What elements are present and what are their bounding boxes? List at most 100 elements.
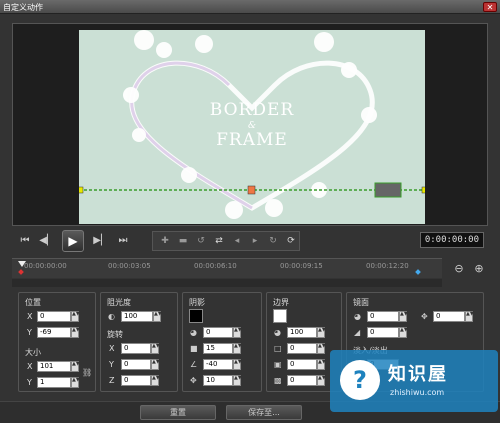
border-width-icon: □ — [274, 344, 282, 353]
reverse-icon[interactable]: ↺ — [193, 234, 209, 248]
reset-button[interactable]: 重置 — [140, 405, 216, 420]
preview-title-frame: FRAME — [216, 130, 288, 150]
link-aspect-icon[interactable]: ⛓ — [82, 368, 92, 377]
position-x-field[interactable]: 0 — [37, 311, 71, 322]
rotate-icon[interactable]: ⟳ — [283, 234, 299, 248]
shadow-angle-field[interactable]: -40 — [203, 359, 233, 370]
shadow-distance-spinner[interactable]: ▲▼ — [233, 375, 242, 386]
next-keyframe-icon[interactable]: ▸ — [247, 234, 263, 248]
zoom-in-icon[interactable]: ⊕ — [472, 262, 486, 276]
border-corner-icon: ▣ — [274, 360, 282, 369]
time-tick: 00:00:00:00 — [24, 262, 67, 270]
rotation-x-label: X — [109, 344, 115, 353]
mirror-blur-spinner[interactable]: ▲▼ — [399, 327, 408, 338]
shadow-color-swatch[interactable] — [189, 309, 203, 323]
shadow-blur-spinner[interactable]: ▲▼ — [233, 343, 242, 354]
mirror-label: 镜面 — [353, 298, 369, 307]
rotation-z-spinner[interactable]: ▲▼ — [151, 375, 160, 386]
position-x-spinner[interactable]: ▲▼ — [71, 311, 80, 322]
mirror-opacity-spinner[interactable]: ▲▼ — [399, 311, 408, 322]
preview-canvas[interactable]: BORDER & FRAME — [79, 30, 425, 224]
size-y-spinner[interactable]: ▲▼ — [71, 377, 80, 388]
go-start-button[interactable]: ⏮ — [16, 232, 34, 250]
size-y-field[interactable]: 1 — [37, 377, 71, 388]
size-x-spinner[interactable]: ▲▼ — [71, 361, 80, 372]
shadow-label: 阴影 — [189, 298, 205, 307]
border-corner-field[interactable]: 0 — [287, 359, 317, 370]
time-tick: 00:00:09:15 — [280, 262, 323, 270]
rotation-z-label: Z — [109, 376, 115, 385]
timecode-display[interactable]: 0:00:00:00 — [420, 232, 484, 248]
watermark-url: zhishiwu.com — [390, 388, 445, 397]
position-y-spinner[interactable]: ▲▼ — [71, 327, 80, 338]
keyframe-marker[interactable] — [415, 269, 421, 275]
border-width-spinner[interactable]: ▲▼ — [317, 343, 326, 354]
next-frame-button[interactable]: ▶▏ — [92, 232, 110, 250]
playhead[interactable] — [18, 261, 26, 267]
time-tick: 00:00:12:20 — [366, 262, 409, 270]
prev-keyframe-icon[interactable]: ◂ — [229, 234, 245, 248]
zoom-out-icon[interactable]: ⊖ — [452, 262, 466, 276]
shadow-opacity-icon: ◕ — [190, 328, 197, 337]
mirror-blur-icon: ◢ — [354, 328, 361, 337]
title-bar: 自定义动作 ✕ — [0, 0, 500, 14]
size-label: 大小 — [25, 348, 41, 357]
rotation-x-spinner[interactable]: ▲▼ — [151, 343, 160, 354]
timeline-scrollbar[interactable] — [12, 279, 442, 287]
time-tick: 00:00:03:05 — [108, 262, 151, 270]
border-corner-spinner[interactable]: ▲▼ — [317, 359, 326, 370]
mirror-offset-field[interactable]: 0 — [433, 311, 465, 322]
border-feather-spinner[interactable]: ▲▼ — [317, 375, 326, 386]
position-size-panel: 位置 X 0 ▲▼ Y -69 ▲▼ 大小 X 101 ▲▼ Y 1 ▲▼ ⛓ — [18, 292, 96, 392]
rotation-y-field[interactable]: 0 — [121, 359, 151, 370]
shadow-opacity-field[interactable]: 0 — [203, 327, 233, 338]
rotation-y-label: Y — [109, 360, 114, 369]
add-keyframe-icon[interactable]: ✚ — [157, 234, 173, 248]
opacity-label: 阻光度 — [107, 298, 131, 307]
watermark-name: 知识屋 — [388, 364, 448, 385]
loop-icon[interactable]: ↻ — [265, 234, 281, 248]
swap-keyframes-icon[interactable]: ⇄ — [211, 234, 227, 248]
shadow-panel: 阴影 ◕ 0 ▲▼ ■ 15 ▲▼ ∠ -40 ▲▼ ✥ 10 ▲▼ — [182, 292, 262, 392]
shadow-distance-field[interactable]: 10 — [203, 375, 233, 386]
border-color-swatch[interactable] — [273, 309, 287, 323]
keyframe-tools: ✚ ▬ ↺ ⇄ ◂ ▸ ↻ ⟳ — [152, 231, 300, 251]
save-to-button[interactable]: 保存至... — [226, 405, 302, 420]
border-feather-field[interactable]: 0 — [287, 375, 317, 386]
watermark-badge: ? 知识屋 zhishiwu.com — [330, 350, 498, 412]
mirror-blur-field[interactable]: 0 — [367, 327, 399, 338]
prev-frame-button[interactable]: ◀▏ — [38, 232, 56, 250]
mirror-offset-spinner[interactable]: ▲▼ — [465, 311, 474, 322]
opacity-rotation-panel: 阻光度 ◐ 100 ▲▼ 旋转 X 0 ▲▼ Y 0 ▲▼ Z 0 ▲▼ — [100, 292, 178, 392]
mirror-offset-icon: ✥ — [421, 312, 428, 321]
go-end-button[interactable]: ⏭ — [114, 232, 132, 250]
play-button[interactable]: ▶ — [62, 230, 84, 252]
remove-keyframe-icon[interactable]: ▬ — [175, 234, 191, 248]
opacity-icon: ◐ — [108, 312, 115, 321]
opacity-field[interactable]: 100 — [121, 311, 153, 322]
watermark-logo-icon: ? — [340, 360, 380, 400]
border-opacity-icon: ◕ — [274, 328, 281, 337]
rotation-z-field[interactable]: 0 — [121, 375, 151, 386]
shadow-distance-icon: ✥ — [190, 376, 197, 385]
position-x-label: X — [27, 312, 33, 321]
border-width-field[interactable]: 0 — [287, 343, 317, 354]
close-button[interactable]: ✕ — [483, 2, 497, 12]
window-title: 自定义动作 — [3, 3, 43, 12]
border-opacity-field[interactable]: 100 — [287, 327, 317, 338]
shadow-angle-spinner[interactable]: ▲▼ — [233, 359, 242, 370]
size-x-field[interactable]: 101 — [37, 361, 71, 372]
shadow-blur-field[interactable]: 15 — [203, 343, 233, 354]
timeline-ruler[interactable]: 00:00:00:00 00:00:03:05 00:00:06:10 00:0… — [12, 258, 442, 278]
opacity-spinner[interactable]: ▲▼ — [153, 311, 162, 322]
position-y-field[interactable]: -69 — [37, 327, 71, 338]
preview-title-border: BORDER — [209, 100, 295, 120]
rotation-y-spinner[interactable]: ▲▼ — [151, 359, 160, 370]
time-tick: 00:00:06:10 — [194, 262, 237, 270]
size-y-label: Y — [27, 378, 32, 387]
mirror-opacity-field[interactable]: 0 — [367, 311, 399, 322]
rotation-x-field[interactable]: 0 — [121, 343, 151, 354]
shadow-opacity-spinner[interactable]: ▲▼ — [233, 327, 242, 338]
keyframe-marker[interactable] — [18, 269, 24, 275]
border-opacity-spinner[interactable]: ▲▼ — [317, 327, 326, 338]
